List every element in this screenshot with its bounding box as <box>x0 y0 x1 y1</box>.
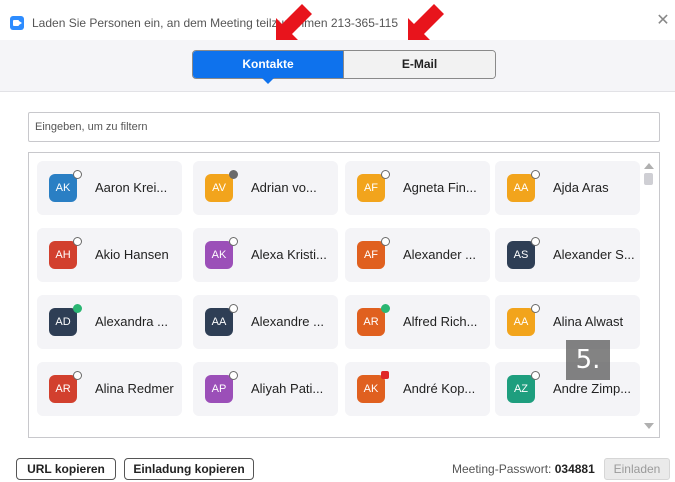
invite-dialog: Laden Sie Personen ein, an dem Meeting t… <box>0 0 675 482</box>
scroll-thumb[interactable] <box>644 173 653 185</box>
window-title: Laden Sie Personen ein, an dem Meeting t… <box>32 16 399 30</box>
avatar: AD <box>49 308 77 336</box>
title-bar: Laden Sie Personen ein, an dem Meeting t… <box>0 0 675 40</box>
contact-card[interactable]: AK Aaron Krei... <box>37 161 182 215</box>
presence-status-icon <box>229 304 238 313</box>
presence-status-icon <box>531 170 540 179</box>
meeting-password: Meeting-Passwort: 034881 <box>452 462 595 476</box>
invite-button[interactable]: Einladen <box>604 458 670 480</box>
presence-status-icon <box>381 237 390 246</box>
contact-name: Aliyah Pati... <box>251 381 324 396</box>
avatar: AP <box>205 375 233 403</box>
password-value: 034881 <box>554 462 595 476</box>
avatar: AA <box>507 308 535 336</box>
contact-name: Alexandre ... <box>251 314 324 329</box>
contact-name: Andre Zimp... <box>553 381 632 396</box>
avatar: AK <box>49 174 77 202</box>
presence-status-icon <box>381 304 390 313</box>
contact-name: Alfred Rich... <box>403 314 478 329</box>
copy-url-button[interactable]: URL kopieren <box>16 458 116 480</box>
presence-status-icon <box>531 304 540 313</box>
contact-card[interactable]: AD Alexandra ... <box>37 295 182 349</box>
presence-status-icon <box>73 304 82 313</box>
contact-card[interactable]: AR Alina Redmer <box>37 362 182 416</box>
contact-name: Alina Redmer <box>95 381 174 396</box>
contact-name: Ajda Aras <box>553 180 609 195</box>
red-pointer-arrow-icon <box>408 4 444 40</box>
contact-name: Adrian vo... <box>251 180 317 195</box>
contact-card[interactable]: AS Alexander S... <box>495 228 640 282</box>
contact-card[interactable]: AK Alexa Kristi... <box>193 228 338 282</box>
contact-name: André Kop... <box>403 381 476 396</box>
contact-card[interactable]: AF Agneta Fin... <box>345 161 490 215</box>
scroll-up-icon[interactable] <box>644 163 654 169</box>
contact-card[interactable]: AA Alexandre ... <box>193 295 338 349</box>
avatar: AZ <box>507 375 535 403</box>
avatar: AV <box>205 174 233 202</box>
filter-input[interactable]: Eingeben, um zu filtern <box>28 112 660 142</box>
presence-status-icon <box>381 371 389 379</box>
contact-grid: AK Aaron Krei... AV Adrian vo... AF Agneta Fi… <box>28 152 660 438</box>
contact-name: Alexandra ... <box>95 314 168 329</box>
avatar: AK <box>357 375 385 403</box>
step-number-badge: 5. <box>566 340 610 380</box>
avatar: AF <box>357 241 385 269</box>
password-label: Meeting-Passwort: <box>452 462 552 476</box>
tab-switcher: Kontakte E-Mail <box>192 50 496 84</box>
contact-card[interactable]: AK André Kop... <box>345 362 490 416</box>
contact-card[interactable]: AR Alfred Rich... <box>345 295 490 349</box>
contact-card[interactable]: AA Ajda Aras <box>495 161 640 215</box>
avatar: AA <box>507 174 535 202</box>
presence-status-icon <box>73 237 82 246</box>
close-icon[interactable]: ✕ <box>656 13 670 29</box>
avatar: AF <box>357 174 385 202</box>
copy-invitation-button[interactable]: Einladung kopieren <box>124 458 254 480</box>
scroll-down-icon[interactable] <box>644 423 654 429</box>
presence-status-icon <box>229 170 238 179</box>
presence-status-icon <box>73 170 82 179</box>
contact-name: Agneta Fin... <box>403 180 477 195</box>
presence-status-icon <box>229 237 238 246</box>
tab-header: Kontakte E-Mail <box>0 40 675 92</box>
presence-status-icon <box>73 371 82 380</box>
presence-status-icon <box>531 237 540 246</box>
tab-kontakte[interactable]: Kontakte <box>193 51 343 84</box>
contact-card[interactable]: AP Aliyah Pati... <box>193 362 338 416</box>
avatar: AA <box>205 308 233 336</box>
zoom-camera-icon <box>10 16 24 30</box>
contact-card[interactable]: AH Akio Hansen <box>37 228 182 282</box>
contact-name: Alexa Kristi... <box>251 247 327 262</box>
presence-status-icon <box>531 371 540 380</box>
contact-name: Akio Hansen <box>95 247 169 262</box>
contact-name: Alina Alwast <box>553 314 624 329</box>
contact-card[interactable]: AF Alexander ... <box>345 228 490 282</box>
tab-email[interactable]: E-Mail <box>343 51 495 78</box>
avatar: AS <box>507 241 535 269</box>
scrollbar[interactable] <box>641 159 655 433</box>
red-pointer-arrow-icon <box>276 4 312 40</box>
contact-card[interactable]: AV Adrian vo... <box>193 161 338 215</box>
avatar: AR <box>357 308 385 336</box>
contact-name: Alexander ... <box>403 247 476 262</box>
avatar: AR <box>49 375 77 403</box>
contact-name: Alexander S... <box>553 247 635 262</box>
presence-status-icon <box>229 371 238 380</box>
contact-name: Aaron Krei... <box>95 180 168 195</box>
presence-status-icon <box>381 170 390 179</box>
avatar: AK <box>205 241 233 269</box>
avatar: AH <box>49 241 77 269</box>
